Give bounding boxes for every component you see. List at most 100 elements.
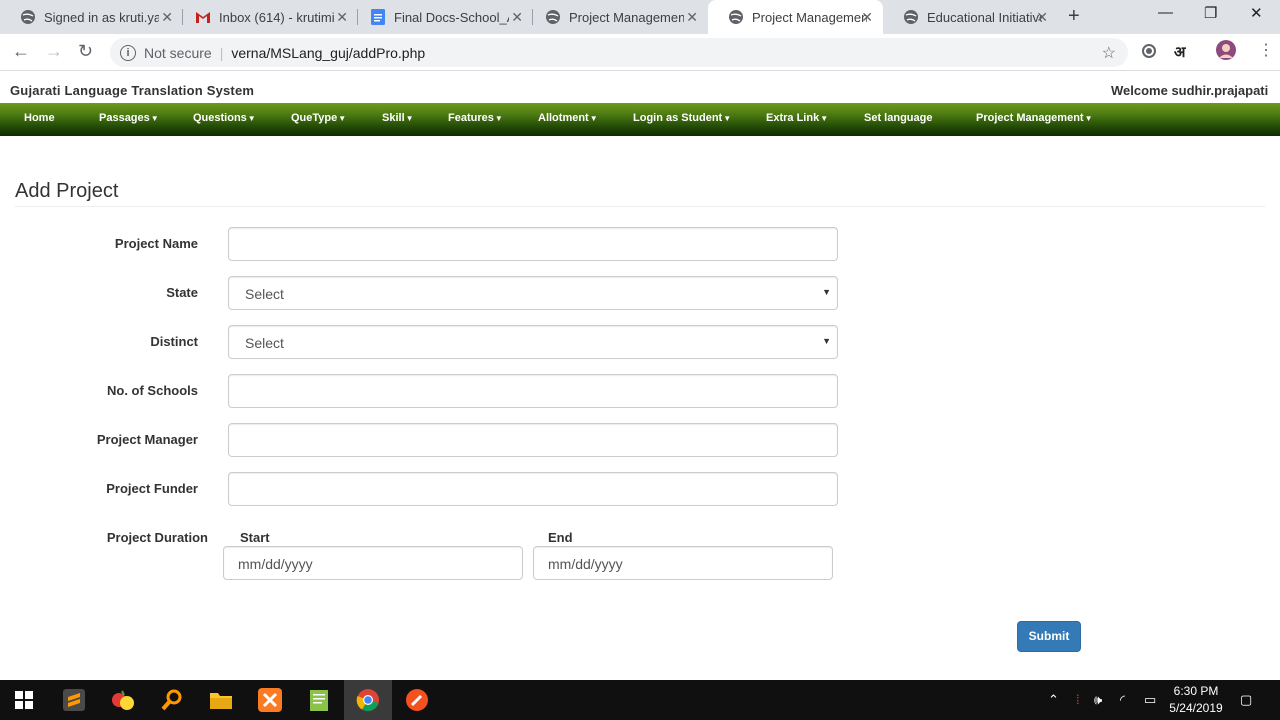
extension-icon[interactable] (1141, 43, 1157, 64)
district-selected-value: Select (245, 335, 284, 351)
menu-item-extra-link[interactable]: Extra Link▼ (766, 112, 828, 124)
search-app-icon[interactable] (148, 680, 196, 720)
reload-icon[interactable]: ↻ (78, 41, 93, 62)
end-label: End (548, 530, 573, 545)
funder-input[interactable] (228, 472, 838, 506)
app-header: Gujarati Language Translation System Wel… (0, 71, 1280, 103)
forward-icon[interactable]: → (45, 41, 63, 62)
xampp-icon[interactable] (246, 680, 294, 720)
menu-item-quetype[interactable]: QueType▼ (291, 112, 346, 124)
globe-icon (545, 9, 561, 25)
app-brand[interactable]: Gujarati Language Translation System (10, 83, 254, 98)
browser-tab[interactable]: Final Docs-School_Ad ✕ (350, 0, 533, 34)
dropdown-arrow-icon: ▼ (822, 336, 831, 346)
sublime-text-icon[interactable] (50, 680, 98, 720)
address-bar[interactable]: i Not secure | verna/MSLang_guj/addPro.p… (110, 38, 1128, 67)
manager-label: Project Manager (96, 432, 198, 447)
tab-title: Educational Initiative (927, 9, 1042, 25)
window-close-icon[interactable]: ✕ (1250, 4, 1263, 22)
minimize-icon[interactable]: — (1158, 4, 1173, 21)
close-icon[interactable]: ✕ (336, 9, 348, 26)
browser-tab-active[interactable]: Project Management ✕ (708, 0, 883, 34)
tab-title: Signed in as kruti.yad (44, 9, 159, 25)
battery-icon[interactable]: ▭ (1144, 692, 1156, 708)
tab-title: Final Docs-School_Ad (394, 9, 509, 25)
start-date-input[interactable]: mm/dd/yyyy (223, 546, 523, 580)
windows-start-icon[interactable] (0, 680, 48, 720)
notepad-icon[interactable] (295, 680, 343, 720)
browser-tab-strip: Signed in as kruti.yad ✕ Inbox (614) - k… (0, 0, 1280, 34)
date-placeholder: mm/dd/yyyy (238, 556, 313, 572)
caret-down-icon: ▼ (723, 114, 732, 123)
submit-button[interactable]: Submit (1017, 621, 1081, 652)
end-date-input[interactable]: mm/dd/yyyy (533, 546, 833, 580)
notification-icon[interactable]: ▢ (1240, 692, 1252, 708)
close-icon[interactable]: ✕ (1036, 9, 1048, 26)
fruit-app-icon[interactable] (99, 680, 147, 720)
menu-item-skill[interactable]: Skill▼ (382, 112, 414, 124)
caret-down-icon: ▼ (820, 114, 829, 123)
restore-icon[interactable]: ❐ (1204, 4, 1217, 22)
browser-tab[interactable]: Signed in as kruti.yad ✕ (0, 0, 183, 34)
new-tab-button[interactable]: + (1068, 5, 1080, 28)
tab-title: Project Management (569, 9, 684, 25)
menu-item-project-management[interactable]: Project Management▼ (976, 112, 1093, 124)
close-icon[interactable]: ✕ (511, 9, 523, 26)
menu-item-set-language[interactable]: Set language (864, 112, 932, 124)
system-clock[interactable]: 6:30 PM 5/24/2019 (1164, 683, 1228, 717)
browser-tab[interactable]: Inbox (614) - krutimit ✕ (175, 0, 358, 34)
browser-toolbar: ← → ↻ i Not secure | verna/MSLang_guj/ad… (0, 34, 1280, 71)
menu-item-home[interactable]: Home (24, 112, 55, 124)
menu-item-features[interactable]: Features▼ (448, 112, 503, 124)
tray-app-icon[interactable]: ⁞ (1076, 692, 1080, 707)
schools-input[interactable] (228, 374, 838, 408)
browser-tab[interactable]: Project Management ✕ (525, 0, 708, 34)
menu-item-allotment[interactable]: Allotment▼ (538, 112, 598, 124)
dropdown-arrow-icon: ▼ (822, 287, 831, 297)
manager-input[interactable] (228, 423, 838, 457)
menu-dots-icon[interactable]: ⋮ (1258, 40, 1274, 60)
menu-label: Skill (382, 112, 405, 124)
browser-tab[interactable]: Educational Initiative ✕ (883, 0, 1058, 34)
district-select[interactable]: Select ▼ (228, 325, 838, 359)
tray-expand-icon[interactable]: ⌃ (1048, 692, 1059, 708)
menu-label: Passages (99, 112, 150, 124)
title-divider (15, 206, 1265, 207)
info-icon[interactable]: i (120, 44, 136, 61)
globe-icon (728, 9, 744, 25)
project-name-label: Project Name (114, 236, 198, 251)
url-text: verna/MSLang_guj/addPro.php (231, 44, 426, 61)
schools-label: No. of Schools (107, 383, 198, 398)
state-label: State (166, 285, 198, 300)
menu-label: QueType (291, 112, 338, 124)
caret-down-icon: ▼ (1084, 114, 1093, 123)
divider: | (219, 44, 224, 61)
back-icon[interactable]: ← (12, 41, 30, 62)
close-icon[interactable]: ✕ (861, 9, 873, 26)
state-selected-value: Select (245, 286, 284, 302)
input-tools-icon[interactable]: अ (1174, 42, 1185, 62)
file-explorer-icon[interactable] (197, 680, 245, 720)
close-icon[interactable]: ✕ (161, 9, 173, 26)
menu-item-passages[interactable]: Passages▼ (99, 112, 159, 124)
avatar[interactable] (1216, 40, 1236, 65)
menu-item-questions[interactable]: Questions▼ (193, 112, 256, 124)
chrome-icon[interactable] (344, 680, 392, 720)
project-name-input[interactable] (228, 227, 838, 261)
menu-label: Login as Student (633, 112, 723, 124)
wifi-icon[interactable]: ◜ (1120, 692, 1125, 708)
caret-down-icon: ▼ (247, 114, 256, 123)
close-icon[interactable]: ✕ (686, 9, 698, 26)
caret-down-icon: ▼ (405, 114, 414, 123)
drawing-app-icon[interactable] (393, 680, 441, 720)
welcome-text: Welcome sudhir.prajapati (1111, 83, 1269, 98)
bookmark-star-icon[interactable]: ☆ (1102, 43, 1116, 63)
volume-icon[interactable]: 🕪 (1094, 692, 1102, 708)
globe-icon (903, 9, 919, 25)
docs-icon (370, 9, 386, 25)
globe-icon (20, 9, 36, 25)
state-select[interactable]: Select ▼ (228, 276, 838, 310)
menu-label: Questions (193, 112, 247, 124)
date-placeholder: mm/dd/yyyy (548, 556, 623, 572)
menu-item-login-as-student[interactable]: Login as Student▼ (633, 112, 731, 124)
